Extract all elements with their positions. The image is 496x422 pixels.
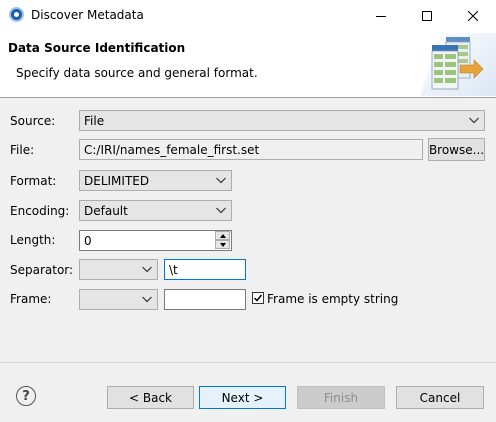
source-combo[interactable]: File (79, 110, 485, 131)
chevron-down-icon (216, 177, 226, 184)
separator-combo[interactable] (79, 259, 158, 280)
cancel-button[interactable]: Cancel (396, 386, 484, 409)
file-label: File: (10, 143, 35, 157)
frame-label: Frame: (10, 292, 52, 306)
help-icon[interactable]: ? (16, 386, 36, 406)
finish-button[interactable]: Finish (297, 386, 385, 409)
browse-button[interactable]: Browse... (428, 138, 485, 161)
close-icon (468, 10, 478, 21)
triangle-up-icon (219, 233, 226, 238)
separator-value: \t (169, 262, 178, 277)
close-button[interactable] (450, 0, 496, 31)
window-title: Discover Metadata (31, 8, 144, 22)
spin-up-button[interactable] (215, 231, 230, 240)
banner-subtitle: Specify data source and general format. (16, 66, 258, 80)
length-value: 0 (84, 233, 92, 248)
file-path-field[interactable]: C:/IRI/names_female_first.set (79, 139, 423, 160)
encoding-combo[interactable]: Default (79, 200, 232, 221)
encoding-value: Default (84, 203, 128, 218)
length-input[interactable]: 0 (79, 230, 232, 251)
minimize-button[interactable] (358, 0, 404, 31)
banner-title: Data Source Identification (8, 41, 186, 55)
footer-divider (0, 362, 496, 363)
chevron-down-icon (142, 296, 152, 303)
checkmark-icon (253, 294, 263, 302)
chevron-down-icon (469, 117, 479, 124)
separator-input[interactable]: \t (164, 259, 246, 280)
format-combo[interactable]: DELIMITED (79, 170, 232, 191)
source-value: File (84, 113, 105, 128)
maximize-icon (422, 10, 432, 21)
frame-combo[interactable] (79, 289, 158, 310)
source-label: Source: (10, 114, 56, 128)
format-label: Format: (10, 174, 57, 188)
frame-empty-label: Frame is empty string (267, 292, 399, 306)
frame-input[interactable] (164, 289, 246, 310)
maximize-button[interactable] (404, 0, 450, 31)
chevron-down-icon (216, 207, 226, 214)
separator-label: Separator: (10, 263, 74, 277)
length-spinner[interactable] (215, 231, 230, 249)
chevron-down-icon (142, 266, 152, 273)
frame-empty-checkbox[interactable] (252, 292, 264, 304)
file-path-value: C:/IRI/names_female_first.set (84, 142, 260, 157)
table-wizard-icon (420, 33, 496, 99)
length-label: Length: (10, 233, 56, 247)
next-button[interactable]: Next > (199, 386, 286, 409)
app-icon (9, 7, 24, 22)
spin-down-button[interactable] (215, 240, 230, 249)
encoding-label: Encoding: (10, 204, 70, 218)
triangle-down-icon (219, 242, 226, 247)
back-button[interactable]: < Back (107, 386, 194, 409)
format-value: DELIMITED (84, 173, 150, 188)
minimize-icon (376, 15, 386, 17)
